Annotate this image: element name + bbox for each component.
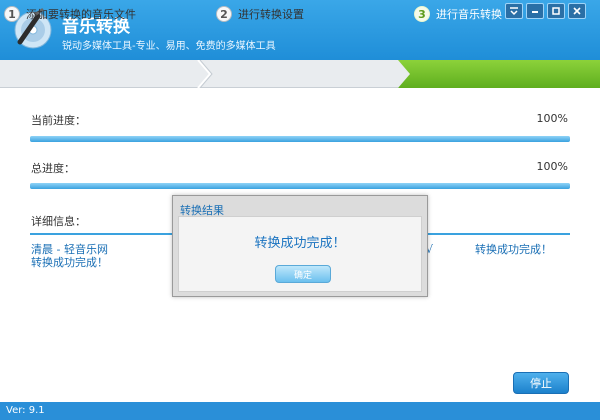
step-settings: 2 进行转换设置 (216, 0, 304, 28)
total-progress-fill (30, 183, 570, 189)
minimize-button[interactable] (526, 3, 544, 19)
menu-button[interactable] (505, 3, 523, 19)
result-dialog: 转换结果 转换成功完成！ 确定 (172, 195, 428, 297)
maximize-button[interactable] (547, 3, 565, 19)
step-label: 添加要转换的音乐文件 (26, 8, 136, 21)
total-progress-bar (30, 183, 570, 189)
total-progress-value: 100% (536, 160, 568, 173)
current-progress-bar (30, 136, 570, 142)
app-subtitle: 锐动多媒体工具-专业、易用、免费的多媒体工具 (62, 41, 276, 52)
menu-icon (510, 7, 518, 16)
minimize-icon (532, 11, 538, 13)
step-number: 3 (414, 6, 430, 22)
dialog-message: 转换成功完成！ (254, 236, 346, 251)
status-bar: Ver: 9.1 (0, 402, 600, 420)
dialog-body: 转换成功完成！ 确定 (178, 216, 422, 292)
close-icon (573, 7, 581, 15)
current-progress-label: 当前进度： (31, 114, 86, 127)
close-button[interactable] (568, 3, 586, 19)
details-label: 详细信息： (31, 215, 86, 228)
step-add-files: 1 添加要转换的音乐文件 (4, 0, 136, 28)
current-progress-value: 100% (536, 112, 568, 125)
step-number: 1 (4, 6, 20, 22)
current-progress-fill (30, 136, 570, 142)
window-controls (505, 3, 586, 19)
step-number: 2 (216, 6, 232, 22)
total-progress-label: 总进度： (31, 162, 75, 175)
step-convert: 3 进行音乐转换 (414, 0, 502, 28)
detail-file-status: 转换成功完成！ (31, 256, 108, 269)
ok-button[interactable]: 确定 (275, 265, 331, 283)
step-label: 进行转换设置 (238, 8, 304, 21)
detail-right-status: 转换成功完成！ (475, 243, 552, 256)
step-label: 进行音乐转换 (436, 8, 502, 21)
detail-file-name: 清晨 - 轻音乐网 (31, 243, 108, 256)
stop-button[interactable]: 停止 (513, 372, 569, 394)
maximize-icon (552, 7, 560, 15)
step-chevrons (197, 60, 410, 88)
version-label: Ver: 9.1 (6, 405, 45, 416)
